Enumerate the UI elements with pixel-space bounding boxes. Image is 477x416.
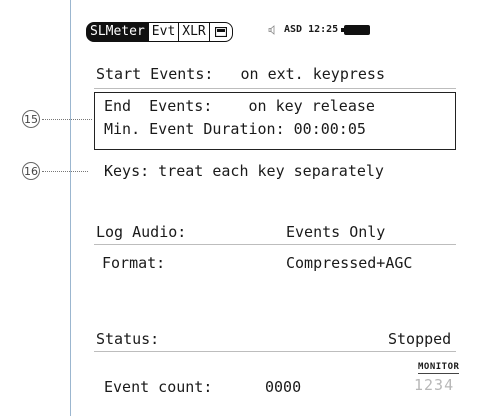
min-duration-row[interactable]: Min. Event Duration: 00:00:05 bbox=[104, 120, 366, 138]
log-audio-label: Log Audio: bbox=[96, 223, 187, 241]
status-label: Status: bbox=[96, 330, 160, 348]
event-count-value: 0000 bbox=[265, 378, 302, 396]
battery-icon bbox=[341, 24, 371, 35]
tab-storage[interactable] bbox=[208, 22, 233, 42]
callout-16: 16 bbox=[22, 162, 88, 180]
format-value[interactable]: Compressed+AGC bbox=[286, 254, 412, 272]
callout-number: 15 bbox=[22, 110, 40, 128]
speaker-icon bbox=[268, 24, 275, 35]
storage-icon bbox=[214, 27, 227, 37]
monitor-channels[interactable]: 1234 bbox=[414, 376, 454, 394]
divider bbox=[94, 351, 456, 352]
monitor-label: MONITOR bbox=[418, 362, 460, 374]
leader-line bbox=[42, 118, 92, 120]
callout-number: 16 bbox=[22, 162, 40, 180]
lcd-screen-border bbox=[70, 0, 71, 416]
status-value: Stopped bbox=[388, 330, 452, 348]
tab-bar: SLMeter Evt XLR bbox=[86, 22, 233, 42]
divider bbox=[94, 88, 456, 89]
clock: 12:25 bbox=[308, 24, 339, 35]
divider bbox=[94, 244, 456, 245]
input-source: ASD bbox=[284, 24, 303, 35]
event-count-label: Event count: bbox=[104, 378, 213, 396]
end-events-row[interactable]: End Events: on key release bbox=[104, 97, 375, 115]
tab-slmeter[interactable]: SLMeter bbox=[86, 22, 149, 42]
start-events-row[interactable]: Start Events: on ext. keypress bbox=[96, 65, 385, 83]
format-label: Format: bbox=[102, 254, 166, 272]
callout-15: 15 bbox=[22, 110, 92, 128]
status-strip: ASD 12:25 bbox=[268, 24, 371, 35]
tab-evt[interactable]: Evt bbox=[147, 22, 180, 42]
tab-xlr[interactable]: XLR bbox=[178, 22, 210, 42]
keys-row[interactable]: Keys: treat each key separately bbox=[104, 162, 384, 180]
log-audio-value[interactable]: Events Only bbox=[286, 223, 385, 241]
leader-line bbox=[42, 170, 88, 172]
